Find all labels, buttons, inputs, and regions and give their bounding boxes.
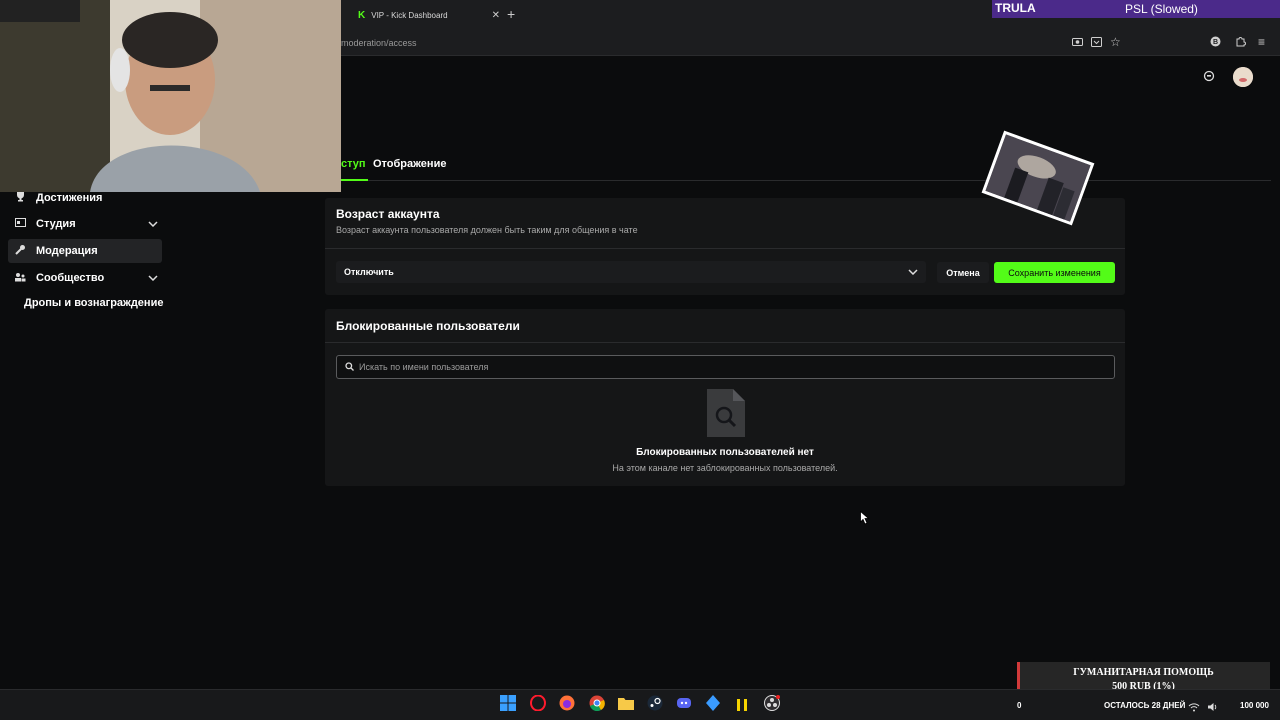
menu-icon[interactable]: ≡ <box>1258 35 1265 49</box>
kick-logo-icon: K <box>358 9 366 21</box>
account-age-title: Возраст аккаунта <box>336 207 440 221</box>
active-tab-indicator <box>341 179 368 181</box>
webcam-image <box>0 0 341 192</box>
tabs-divider <box>341 180 1271 181</box>
sidebar-item-community[interactable]: Сообщество <box>8 266 162 290</box>
donation-title: ГУМАНИТАРНАЯ ПОМОЩЬ <box>1073 667 1214 678</box>
volume-icon[interactable] <box>1207 699 1219 717</box>
chrome-icon[interactable] <box>588 694 606 712</box>
tab-title: VIP - Kick Dashboard <box>371 10 448 20</box>
steam-icon[interactable] <box>646 694 664 712</box>
download-icon[interactable] <box>1091 37 1102 50</box>
sidebar-item-moderation[interactable]: Модерация <box>8 239 162 263</box>
screenshot-icon[interactable] <box>1072 37 1083 50</box>
bookmark-star-icon[interactable]: ☆ <box>1110 35 1121 49</box>
obs-icon[interactable] <box>763 694 781 712</box>
account-age-description: Возраст аккаунта пользователя должен быт… <box>336 225 638 235</box>
blocked-users-title: Блокированные пользователи <box>336 319 520 333</box>
select-value: Отключить <box>344 267 394 277</box>
chevron-down-icon <box>148 273 158 283</box>
empty-file-search-icon <box>705 389 745 437</box>
folder-icon[interactable] <box>617 694 635 712</box>
svg-text:B: B <box>1213 39 1218 46</box>
overlay-logo: TRULA <box>995 1 1036 15</box>
wrench-icon <box>10 244 30 258</box>
windows-start-icon[interactable] <box>499 694 517 712</box>
app-diamond-icon[interactable] <box>704 694 722 712</box>
sidebar-item-drops[interactable]: Дропы и вознаграждение <box>24 297 163 309</box>
community-icon <box>10 272 30 285</box>
extension-icon[interactable]: B <box>1210 36 1221 50</box>
chat-icon[interactable] <box>1203 70 1215 85</box>
opera-icon[interactable] <box>529 694 547 712</box>
donation-progress-start: 0 <box>1017 701 1022 710</box>
sidebar-item-achievements[interactable]: Достижения <box>8 186 162 210</box>
sidebar-item-studio[interactable]: Студия <box>8 212 162 236</box>
browser-tab[interactable]: K VIP - Kick Dashboard ✕ <box>346 3 500 27</box>
chevron-down-icon <box>148 219 158 229</box>
tab-display[interactable]: Отображение <box>373 158 446 170</box>
search-icon <box>345 361 354 373</box>
save-changes-button[interactable]: Сохранить изменения <box>994 262 1115 283</box>
tab-access[interactable]: ступ <box>341 158 366 170</box>
card-divider <box>325 342 1125 343</box>
sidebar-item-label: Студия <box>36 218 76 230</box>
firefox-icon[interactable] <box>558 694 576 712</box>
donation-goal: 100 000 <box>1240 701 1269 710</box>
empty-state-title: Блокированных пользователей нет <box>636 447 814 458</box>
wifi-icon[interactable] <box>1188 699 1200 717</box>
donation-remaining: ОСТАЛОСЬ 28 ДНЕЙ <box>1104 701 1186 710</box>
trophy-icon <box>10 191 30 205</box>
sidebar-item-label: Достижения <box>36 192 103 204</box>
puzzle-icon[interactable] <box>1235 36 1246 50</box>
search-field[interactable] <box>336 355 1115 379</box>
new-tab-button[interactable]: + <box>507 6 515 22</box>
cancel-button[interactable]: Отмена <box>937 262 989 283</box>
empty-state-description: На этом канале нет заблокированных польз… <box>612 463 838 473</box>
search-input[interactable] <box>359 362 1106 372</box>
discord-icon[interactable] <box>675 694 693 712</box>
mouse-cursor-icon <box>860 510 870 530</box>
sidebar-item-label: Сообщество <box>36 272 105 284</box>
app-yellow-icon[interactable] <box>733 694 751 712</box>
taskbar <box>0 689 1280 720</box>
card-divider <box>325 248 1125 249</box>
close-tab-icon[interactable]: ✕ <box>492 10 500 21</box>
chevron-down-icon <box>908 267 918 278</box>
studio-icon <box>10 217 30 231</box>
sidebar-item-label: Модерация <box>36 245 98 257</box>
url-text[interactable]: moderation/access <box>341 38 417 48</box>
avatar[interactable] <box>1233 67 1253 87</box>
overlay-song: PSL (Slowed) <box>1125 2 1198 16</box>
account-age-select[interactable]: Отключить <box>336 261 926 283</box>
